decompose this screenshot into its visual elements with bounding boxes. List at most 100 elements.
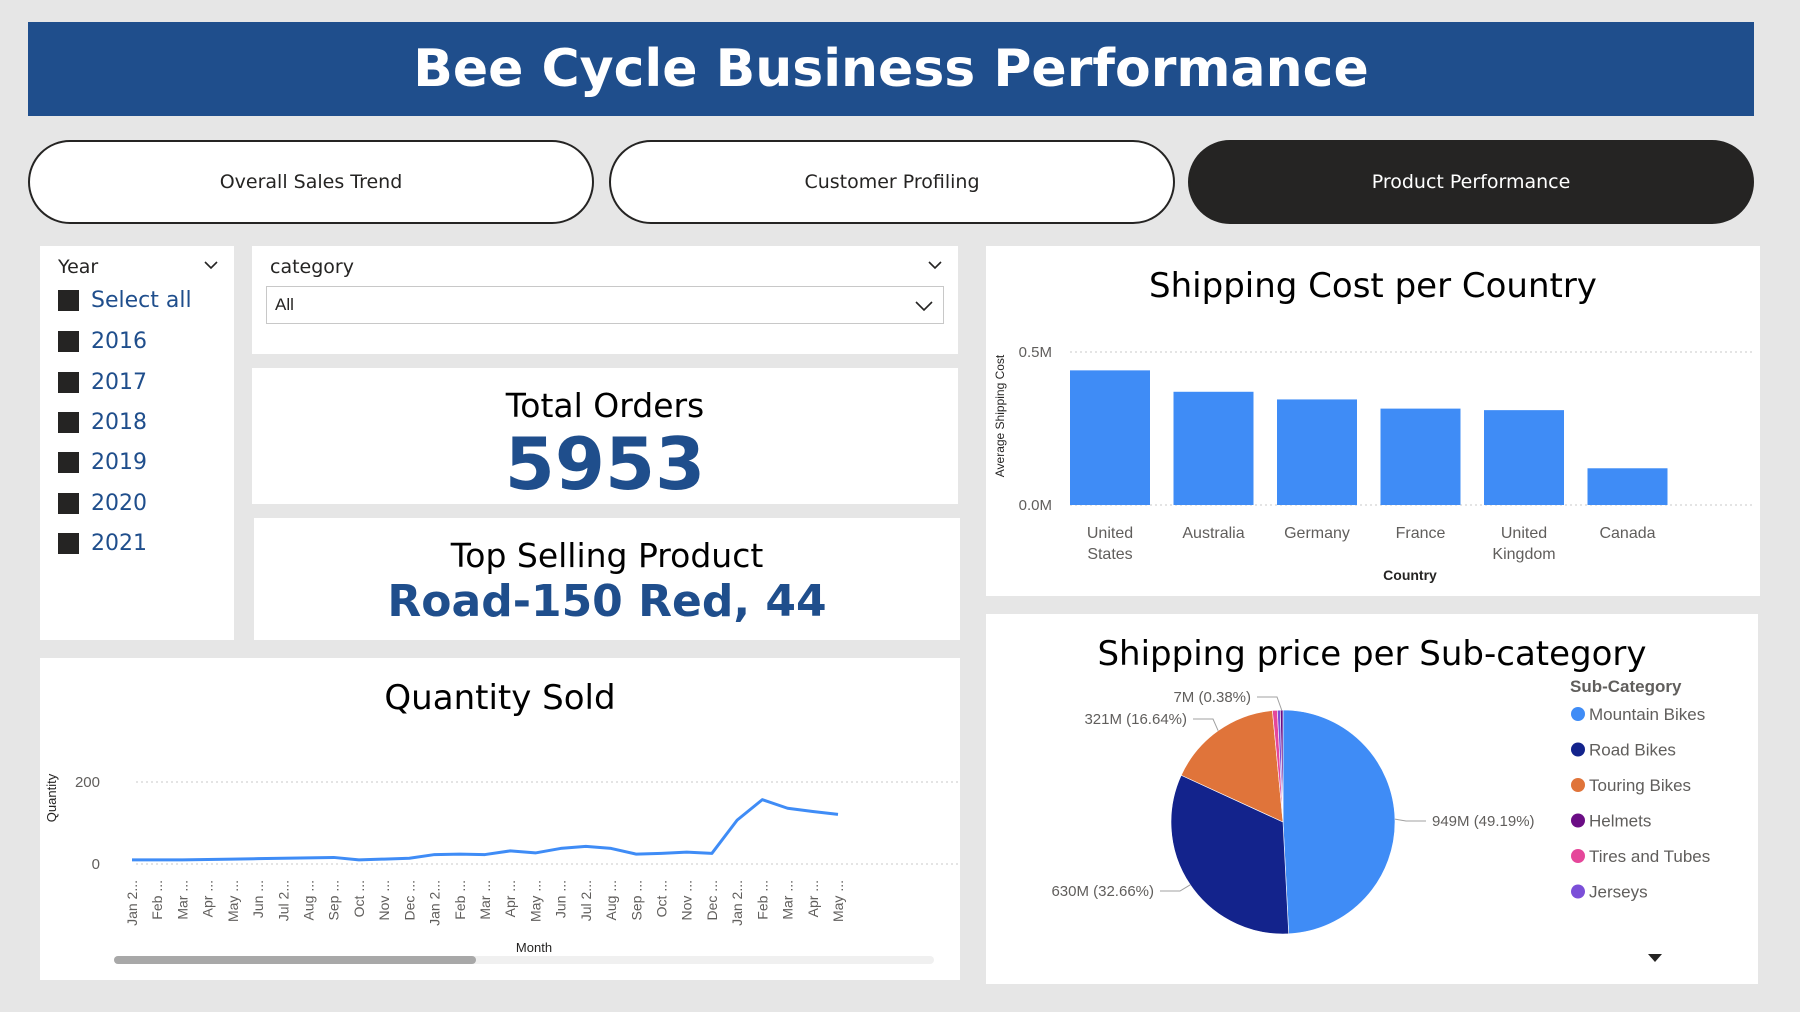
checkbox[interactable] <box>58 411 79 433</box>
x-tick-label: Sep ... <box>326 880 342 920</box>
legend-marker <box>1571 742 1585 757</box>
y-tick-label: 200 <box>75 774 100 791</box>
tab-label: Overall Sales Trend <box>219 171 403 193</box>
y-axis-label: Quantity <box>44 773 59 822</box>
x-tick-label: May ... <box>225 880 241 922</box>
checkbox[interactable] <box>58 451 79 473</box>
tab-customer-profiling[interactable]: Customer Profiling <box>609 140 1175 224</box>
tab-overall-sales-trend[interactable]: Overall Sales Trend <box>28 140 594 224</box>
year-option-label: Select all <box>91 287 192 313</box>
year-option-2019[interactable]: 2019 <box>58 447 147 477</box>
year-slicer-title: Year <box>58 256 99 278</box>
series-line-quantity <box>132 798 839 862</box>
bar-canada <box>1587 468 1668 505</box>
legend-title: Sub-Category <box>1570 677 1682 696</box>
x-tick-label: Nov ... <box>679 880 695 920</box>
leader-line <box>1193 718 1219 731</box>
legend-marker <box>1571 707 1585 721</box>
checkbox[interactable] <box>58 532 79 554</box>
bar-australia <box>1173 391 1254 505</box>
x-tick-label: Jan 2... <box>124 880 140 926</box>
year-option-2018[interactable]: 2018 <box>58 407 147 437</box>
shipping-price-subcategory-chart: Shipping price per Sub-category 949M (49… <box>986 614 1758 984</box>
x-tick-label: Mar ... <box>174 880 190 920</box>
header-banner: Bee Cycle Business Performance <box>28 22 1754 116</box>
x-tick-label: Jun ... <box>553 880 569 918</box>
x-tick-label: Oct ... <box>351 880 367 917</box>
x-tick-label: Dec ... <box>401 880 417 920</box>
x-tick-label: Nov ... <box>376 880 392 920</box>
total-orders-label: Total Orders <box>505 386 705 425</box>
legend-scroll-down-icon[interactable] <box>1648 954 1662 962</box>
checkbox[interactable] <box>58 492 79 514</box>
x-tick-label: France <box>1396 525 1446 542</box>
legend-marker <box>1571 778 1585 792</box>
top-product-value: Road-150 Red, 44 <box>387 576 827 627</box>
x-tick-label: Sep ... <box>628 880 644 920</box>
x-tick-label: United Kingdom <box>1492 525 1555 563</box>
year-option-label: 2016 <box>91 328 147 354</box>
y-tick-label: 0 <box>92 856 100 873</box>
data-label: 949M (49.19%) <box>1432 813 1535 830</box>
x-tick-label: Jan 2... <box>427 880 443 926</box>
legend-entry-mountain-bikes: Mountain Bikes <box>1589 705 1705 724</box>
data-label: 321M (16.64%) <box>1084 711 1187 728</box>
total-orders-value: 5953 <box>504 422 706 506</box>
x-axis-label: Month <box>516 940 552 955</box>
x-tick-label: May ... <box>830 880 846 922</box>
bar-united-states <box>1070 370 1150 505</box>
legend-entry-touring-bikes: Touring Bikes <box>1589 776 1691 795</box>
category-dropdown[interactable]: All <box>266 286 944 324</box>
year-option-label: 2018 <box>91 409 147 435</box>
x-tick-label: United States <box>1087 525 1133 563</box>
leader-line <box>1160 884 1191 892</box>
data-label: 630M (32.66%) <box>1051 883 1154 900</box>
checkbox[interactable] <box>58 371 79 393</box>
x-tick-label: Aug ... <box>603 880 619 920</box>
category-slicer-title: category <box>270 256 354 278</box>
year-option-2016[interactable]: 2016 <box>58 326 147 356</box>
legend-entry-jerseys: Jerseys <box>1589 883 1648 902</box>
x-tick-label: Mar ... <box>780 880 796 920</box>
bar-france <box>1380 408 1461 505</box>
y-axis-label: Average Shipping Cost <box>993 354 1007 477</box>
y-tick-label: 0.0M <box>1019 497 1052 514</box>
legend-entry-road-bikes: Road Bikes <box>1589 741 1676 760</box>
legend-entry-tires-and-tubes: Tires and Tubes <box>1589 847 1710 866</box>
category-selected-value: All <box>275 295 294 314</box>
total-orders-card: Total Orders 5953 <box>252 368 958 506</box>
x-tick-label: Australia <box>1182 525 1244 542</box>
shipping-price-plot: 949M (49.19%) 630M (32.66%) 321M (16.64%) 7… <box>1051 677 1710 962</box>
year-option-label: 2017 <box>91 369 147 395</box>
scrollbar-thumb[interactable] <box>114 956 476 964</box>
legend-entry-helmets: Helmets <box>1589 812 1651 831</box>
shipping-cost-chart: Shipping Cost per Country 0.0M 0.5M Averag… <box>986 246 1760 596</box>
year-option-label: 2020 <box>91 490 147 516</box>
year-slicer: Year Select all 2016 2017 2018 2019 2020… <box>40 246 234 640</box>
category-slicer: category All <box>252 246 958 354</box>
top-product-label: Top Selling Product <box>450 536 764 575</box>
leader-line <box>1257 696 1283 711</box>
chevron-down-icon[interactable] <box>204 258 218 272</box>
quantity-sold-chart: Quantity Sold 0 200 Quantity Jan 2... Feb ..… <box>40 658 960 980</box>
x-tick-label: Apr ... <box>200 880 216 917</box>
x-tick-label: Feb ... <box>452 880 468 920</box>
checkbox[interactable] <box>58 330 79 352</box>
x-tick-label: Apr ... <box>805 880 821 917</box>
year-option-2021[interactable]: 2021 <box>58 528 147 558</box>
x-tick-label: Jun ... <box>250 880 266 918</box>
tab-label: Product Performance <box>1371 171 1571 193</box>
bar-germany <box>1277 399 1357 505</box>
pie-slice-mountain-bikes <box>1282 709 1396 935</box>
year-option-select-all[interactable]: Select all <box>58 285 192 315</box>
x-tick-label: Dec ... <box>704 880 720 920</box>
tab-label: Customer Profiling <box>804 171 980 193</box>
year-option-2017[interactable]: 2017 <box>58 367 147 397</box>
tab-product-performance[interactable]: Product Performance <box>1188 140 1754 224</box>
year-option-2020[interactable]: 2020 <box>58 488 147 518</box>
x-tick-label: Jul 2... <box>275 880 291 921</box>
year-option-label: 2021 <box>91 530 147 556</box>
checkbox[interactable] <box>58 289 79 311</box>
chevron-down-icon[interactable] <box>928 258 942 272</box>
x-axis-label: Country <box>1383 567 1437 583</box>
